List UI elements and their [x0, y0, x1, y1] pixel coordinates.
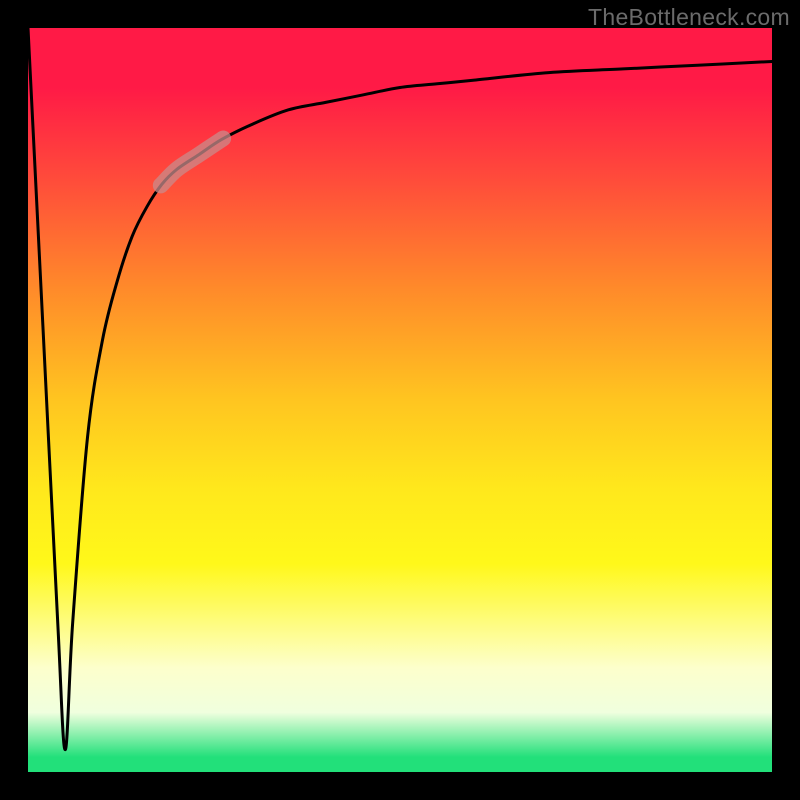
- watermark-text: TheBottleneck.com: [588, 4, 790, 31]
- chart-frame: TheBottleneck.com: [0, 0, 800, 800]
- curve-highlight: [161, 138, 223, 185]
- bottleneck-curve: [28, 28, 772, 750]
- chart-plot-area: [28, 28, 772, 772]
- chart-svg: [28, 28, 772, 772]
